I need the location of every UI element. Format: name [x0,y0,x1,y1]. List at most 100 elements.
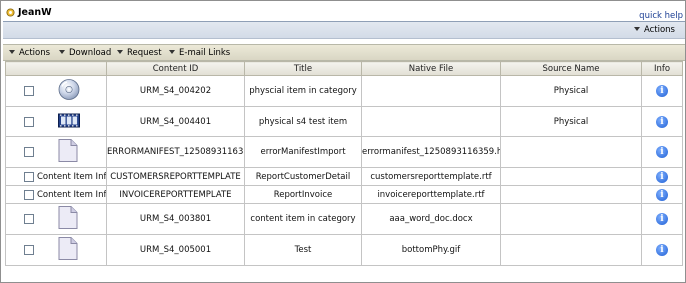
content-item-info-link[interactable]: Content Item Info [37,172,106,182]
title-cell: content item in category [244,203,362,235]
document-icon[interactable] [58,139,78,166]
info-icon[interactable]: i [656,85,668,97]
row-checkbox[interactable] [24,116,34,127]
title-cell: errorManifestImport [244,136,362,168]
page-actions-menu[interactable]: Actions [633,25,675,35]
column-header-source-name[interactable]: Source Name [500,61,642,76]
info-icon[interactable]: i [656,115,668,128]
native-file-cell[interactable]: aaa_word_doc.docx [361,203,501,235]
app-logo-icon [6,8,15,17]
info-cell: i [641,185,683,204]
title-cell: ReportInvoice [244,185,362,204]
content-id-cell[interactable]: URM_S4_004202 [106,75,245,107]
page-actions-bar: Actions [3,22,685,39]
chevron-down-icon [169,50,175,54]
select-cell: Content Item Info [5,185,107,204]
table-row[interactable]: URM_S4_005001 Test bottomPhy.gif i [5,234,683,266]
content-id-cell[interactable]: URM_S4_005001 [106,234,245,266]
table-row[interactable]: URM_S4_004202 physcial item in category … [5,75,683,107]
source-name-cell: Physical [500,106,642,137]
info-cell: i [641,106,683,137]
quick-help-link[interactable]: quick help [639,11,683,21]
row-checkbox[interactable] [24,189,34,200]
native-file-cell[interactable]: customersreporttemplate.rtf [361,167,501,186]
select-cell [5,203,107,235]
actions-menu[interactable]: Actions [9,48,50,58]
request-menu[interactable]: Request [117,48,162,58]
info-cell: i [641,203,683,235]
column-header-select [5,61,107,76]
info-icon[interactable]: i [656,188,668,201]
title-bar: JeanW quick help [3,4,685,22]
actions-menu-label: Actions [19,48,51,58]
source-name-cell: Physical [500,75,642,107]
page-actions-label: Actions [643,25,675,35]
source-name-cell [500,234,642,266]
title-cell: physcial item in category [244,75,362,107]
chevron-down-icon [9,50,15,54]
native-file-cell[interactable] [361,75,501,107]
info-cell: i [641,167,683,186]
info-icon[interactable]: i [656,170,668,183]
column-header-native-file[interactable]: Native File [361,61,501,76]
info-icon[interactable]: i [656,213,668,225]
document-icon[interactable] [58,237,78,264]
chevron-down-icon [59,50,65,54]
title-cell: physical s4 test item [244,106,362,137]
source-name-cell [500,136,642,168]
table-row[interactable]: URM_S4_003801 content item in category a… [5,203,683,235]
content-id-cell[interactable]: URM_S4_003801 [106,203,245,235]
select-cell [5,106,107,137]
table-row[interactable]: ERRORMANIFEST_1250893116359 errorManifes… [5,136,683,168]
results-toolbar: Actions Download Request E-mail Links [3,44,685,61]
download-menu-label: Download [69,48,112,58]
request-menu-label: Request [127,48,162,58]
table-row[interactable]: URM_S4_004401 physical s4 test item Phys… [5,106,683,137]
info-icon[interactable]: i [656,146,668,158]
native-file-cell[interactable]: invoicereporttemplate.rtf [361,185,501,204]
cd-disc-icon[interactable] [58,79,80,104]
info-cell: i [641,75,683,107]
source-name-cell [500,185,642,204]
row-checkbox[interactable] [24,86,34,96]
email-links-menu-label: E-mail Links [179,48,231,58]
content-item-info-link[interactable]: Content Item Info [37,190,106,200]
select-cell: Content Item Info [5,167,107,186]
row-checkbox[interactable] [24,171,34,182]
content-id-cell[interactable]: INVOICEREPORTTEMPLATE [106,185,245,204]
content-id-cell[interactable]: URM_S4_004401 [106,106,245,137]
native-file-cell[interactable] [361,106,501,137]
table-row[interactable]: Content Item Info INVOICEREPORTTEMPLATE … [5,185,683,204]
content-results-table: Content ID Title Native File Source Name… [5,61,683,266]
native-file-cell[interactable]: errormanifest_1250893116359.hda [361,136,501,168]
info-cell: i [641,234,683,266]
info-icon[interactable]: i [656,244,668,256]
document-icon[interactable] [58,206,78,233]
select-cell [5,136,107,168]
title-cell: Test [244,234,362,266]
content-id-cell[interactable]: CUSTOMERSREPORTTEMPLATE [106,167,245,186]
source-name-cell [500,167,642,186]
column-header-title[interactable]: Title [244,61,362,76]
chevron-down-icon [633,27,640,31]
film-strip-icon[interactable] [58,113,80,130]
table-row[interactable]: Content Item Info CUSTOMERSREPORTTEMPLAT… [5,167,683,186]
source-name-cell [500,203,642,235]
app-frame: JeanW quick help Actions Actions Downloa… [0,0,686,283]
page-title: JeanW [18,7,52,18]
title-cell: ReportCustomerDetail [244,167,362,186]
content-id-cell[interactable]: ERRORMANIFEST_1250893116359 [106,136,245,168]
row-checkbox[interactable] [24,245,34,255]
email-links-menu[interactable]: E-mail Links [169,48,230,58]
download-menu[interactable]: Download [59,48,111,58]
native-file-cell[interactable]: bottomPhy.gif [361,234,501,266]
select-cell [5,234,107,266]
column-header-content-id[interactable]: Content ID [106,61,245,76]
row-checkbox[interactable] [24,214,34,224]
table-header-row: Content ID Title Native File Source Name… [5,61,683,76]
row-checkbox[interactable] [24,147,34,157]
column-header-info: Info [641,61,683,76]
chevron-down-icon [117,50,123,54]
select-cell [5,75,107,107]
info-cell: i [641,136,683,168]
